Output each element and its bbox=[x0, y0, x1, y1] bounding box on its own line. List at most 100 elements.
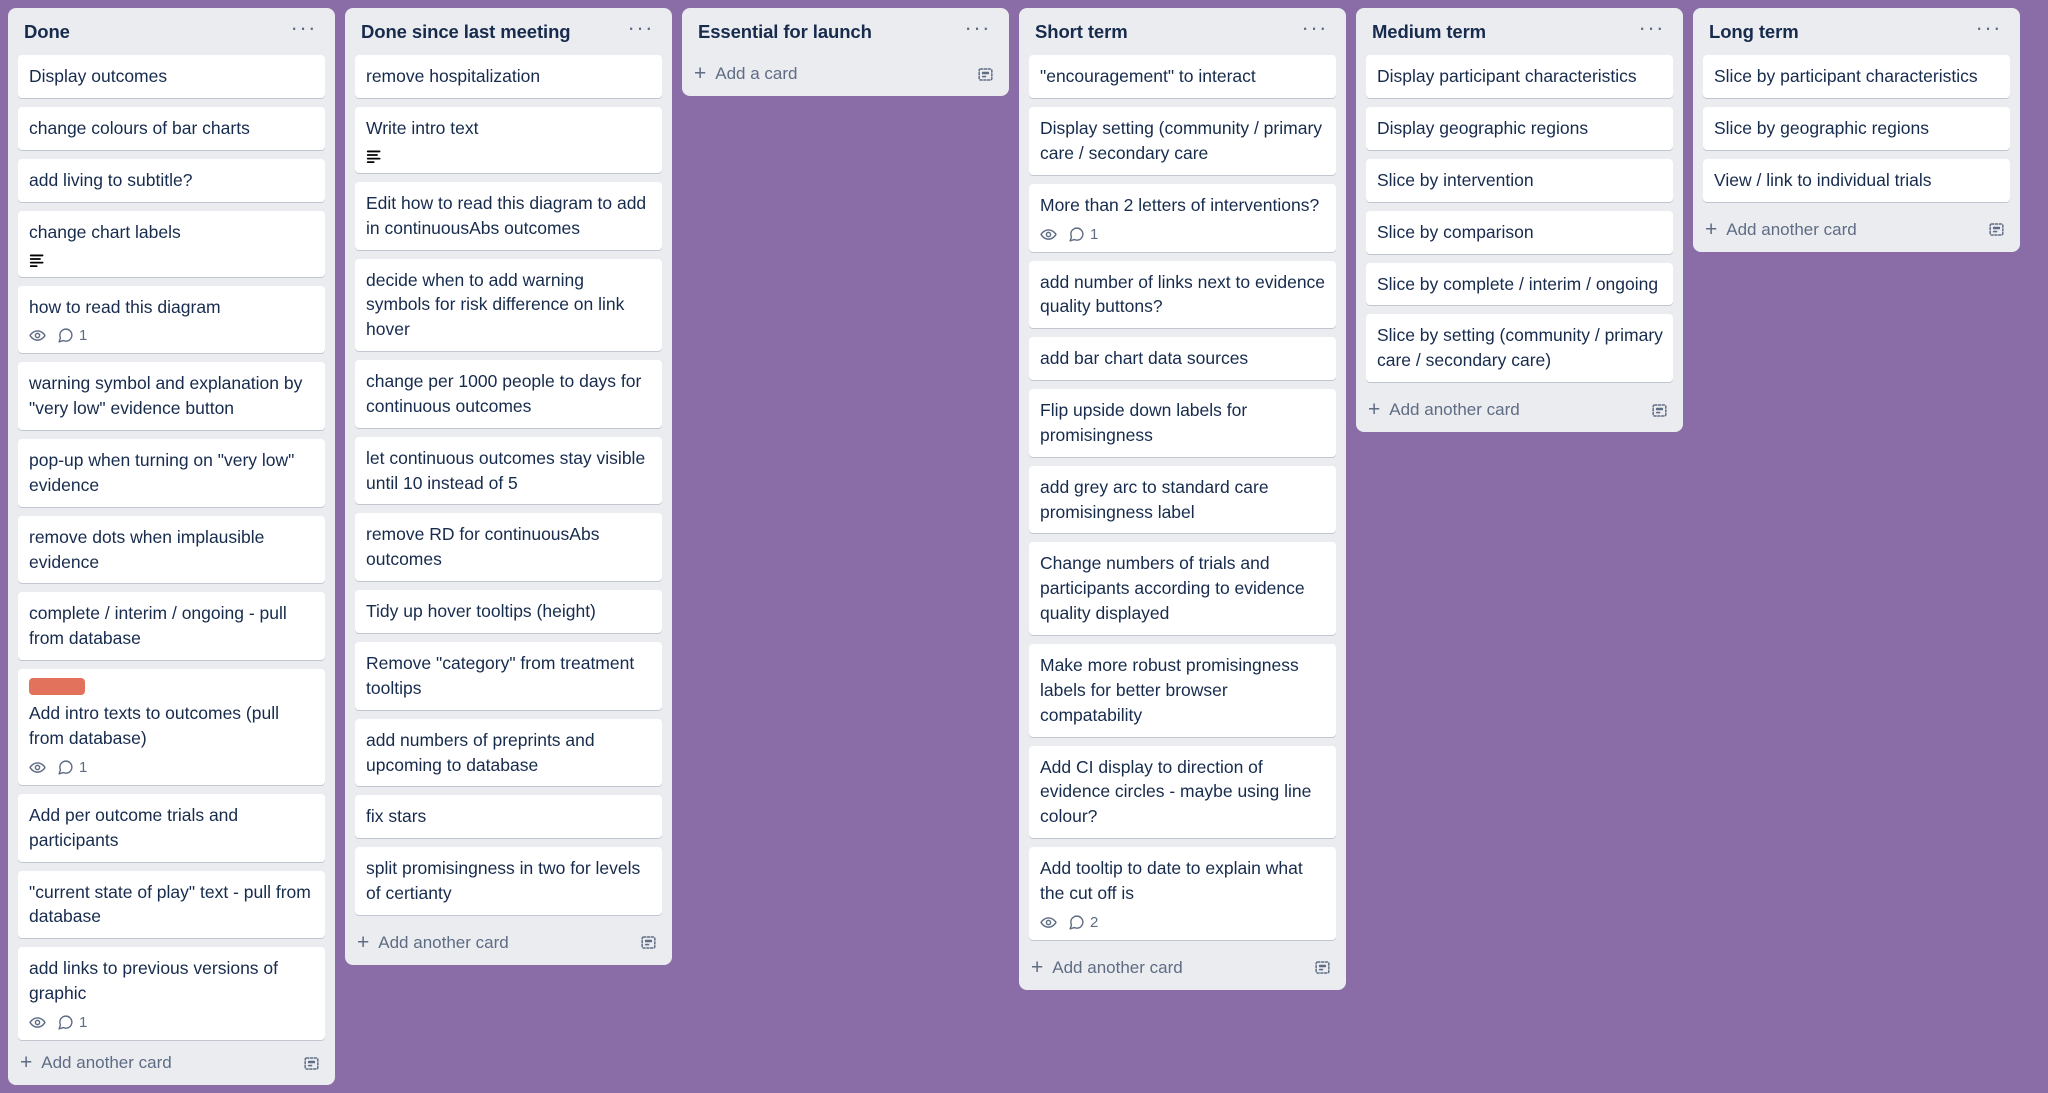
card[interactable]: add bar chart data sources bbox=[1029, 337, 1336, 381]
card-title: complete / interim / ongoing - pull from… bbox=[29, 603, 287, 649]
card[interactable]: Tidy up hover tooltips (height) bbox=[355, 590, 662, 633]
list-title[interactable]: Short term bbox=[1035, 21, 1128, 43]
comment-count: 2 bbox=[1090, 913, 1099, 931]
card[interactable]: add grey arc to standard care promisingn… bbox=[1029, 465, 1336, 534]
card-title: add links to previous versions of graphi… bbox=[29, 958, 279, 1004]
card[interactable]: Display outcomes bbox=[18, 55, 325, 99]
comment-badge: 1 bbox=[57, 327, 93, 344]
list-menu-icon[interactable]: ··· bbox=[1629, 17, 1667, 41]
card-template-icon[interactable] bbox=[976, 65, 995, 84]
card[interactable]: Edit how to read this diagram to add in … bbox=[355, 181, 662, 250]
card-label[interactable] bbox=[29, 678, 85, 696]
add-card-footer[interactable]: + Add a card bbox=[682, 55, 1009, 96]
card-title: Change numbers of trials and participant… bbox=[1040, 553, 1305, 624]
card[interactable]: Display setting (community / primary car… bbox=[1029, 107, 1336, 175]
card[interactable]: remove hospitalization bbox=[355, 55, 662, 99]
card[interactable]: More than 2 letters of interventions? 1 bbox=[1029, 183, 1336, 252]
card[interactable]: split promisingness in two for levels of… bbox=[355, 847, 662, 915]
list-title[interactable]: Long term bbox=[1709, 21, 1799, 43]
list-header: Essential for launch ··· bbox=[682, 8, 1009, 55]
card[interactable]: pop-up when turning on "very low" eviden… bbox=[18, 439, 325, 507]
card[interactable]: Change numbers of trials and participant… bbox=[1029, 542, 1336, 635]
card[interactable]: View / link to individual trials bbox=[1703, 158, 2010, 202]
card[interactable]: change per 1000 people to days for conti… bbox=[355, 360, 662, 428]
card-template-icon[interactable] bbox=[1987, 220, 2006, 239]
card-template-icon[interactable] bbox=[1313, 958, 1332, 977]
add-card-button[interactable]: + Add another card bbox=[357, 932, 509, 953]
plus-icon: + bbox=[694, 62, 707, 86]
card[interactable]: Add intro texts to outcomes (pull from d… bbox=[18, 669, 325, 785]
card[interactable]: Display participant characteristics bbox=[1366, 55, 1673, 99]
card[interactable]: complete / interim / ongoing - pull from… bbox=[18, 592, 325, 661]
add-card-button[interactable]: + Add another card bbox=[1368, 399, 1520, 420]
card-title: remove RD for continuousAbs outcomes bbox=[366, 524, 600, 570]
card[interactable]: change colours of bar charts bbox=[18, 107, 325, 150]
list-title[interactable]: Done bbox=[24, 21, 70, 43]
card[interactable]: Add CI display to direction of evidence … bbox=[1029, 745, 1336, 839]
card[interactable]: Remove "category" from treatment tooltip… bbox=[355, 642, 662, 710]
list-menu-icon[interactable]: ··· bbox=[1966, 17, 2004, 41]
card-title: Tidy up hover tooltips (height) bbox=[366, 601, 596, 622]
card[interactable]: Slice by setting (community / primary ca… bbox=[1366, 314, 1673, 383]
add-card-footer[interactable]: + Add another card bbox=[1356, 391, 1683, 432]
list-menu-icon[interactable]: ··· bbox=[618, 17, 656, 41]
card-title: Slice by participant characteristics bbox=[1714, 66, 1978, 87]
card-title: Add per outcome trials and participants bbox=[29, 804, 239, 850]
eye-icon bbox=[29, 327, 52, 344]
list-title[interactable]: Medium term bbox=[1372, 21, 1486, 43]
card[interactable]: add living to subtitle? bbox=[18, 158, 325, 202]
card[interactable]: Slice by comparison bbox=[1366, 210, 1673, 254]
card[interactable]: Write intro text bbox=[355, 107, 662, 173]
card-title: Add CI display to direction of evidence … bbox=[1040, 756, 1312, 827]
list-title[interactable]: Done since last meeting bbox=[361, 21, 571, 43]
card[interactable]: Add tooltip to date to explain what the … bbox=[1029, 847, 1336, 940]
card[interactable]: add links to previous versions of graphi… bbox=[18, 947, 325, 1040]
list-short-term: Short term ··· "encouragement" to interact… bbox=[1019, 8, 1346, 990]
card[interactable]: decide when to add warning symbols for r… bbox=[355, 258, 662, 352]
card[interactable]: fix stars bbox=[355, 795, 662, 839]
list-done: Done ··· Display outcomes change colours of… bbox=[8, 8, 335, 1085]
add-card-button[interactable]: + Add another card bbox=[1031, 957, 1183, 978]
card[interactable]: Slice by participant characteristics bbox=[1703, 55, 2010, 99]
card-template-icon[interactable] bbox=[1650, 401, 1669, 420]
list-title[interactable]: Essential for launch bbox=[698, 21, 872, 43]
card-title: change colours of bar charts bbox=[29, 118, 250, 139]
card[interactable]: add number of links next to evidence qua… bbox=[1029, 260, 1336, 329]
card-template-icon[interactable] bbox=[302, 1054, 321, 1073]
card[interactable]: change chart labels bbox=[18, 210, 325, 277]
card[interactable]: Slice by complete / interim / ongoing bbox=[1366, 262, 1673, 306]
list-long-term: Long term ··· Slice by participant charact… bbox=[1693, 8, 2020, 252]
card-list[interactable]: Display outcomes change colours of bar ch… bbox=[8, 55, 335, 1044]
list-menu-icon[interactable]: ··· bbox=[281, 17, 319, 41]
card-title: how to read this diagram bbox=[29, 296, 221, 317]
card[interactable]: "encouragement" to interact bbox=[1029, 55, 1336, 99]
card[interactable]: Flip upside down labels for promisingnes… bbox=[1029, 389, 1336, 457]
card-template-icon[interactable] bbox=[639, 933, 658, 952]
list-menu-icon[interactable]: ··· bbox=[955, 17, 993, 41]
card[interactable]: Display geographic regions bbox=[1366, 107, 1673, 150]
list-essential-for-launch: Essential for launch ··· + Add a card bbox=[682, 8, 1009, 97]
card[interactable]: Slice by geographic regions bbox=[1703, 107, 2010, 150]
list-header: Long term ··· bbox=[1693, 8, 2020, 55]
add-card-footer[interactable]: + Add another card bbox=[345, 924, 672, 965]
card-list[interactable]: remove hospitalization Write intro text Ed… bbox=[345, 55, 672, 924]
card[interactable]: remove dots when implausible evidence bbox=[18, 515, 325, 584]
card[interactable]: Make more robust promisingness labels fo… bbox=[1029, 644, 1336, 737]
card[interactable]: Slice by intervention bbox=[1366, 158, 1673, 202]
description-icon bbox=[29, 253, 315, 268]
card[interactable]: remove RD for continuousAbs outcomes bbox=[355, 513, 662, 582]
add-card-footer[interactable]: + Add another card bbox=[1019, 949, 1346, 990]
list-menu-icon[interactable]: ··· bbox=[1292, 17, 1330, 41]
add-card-footer[interactable]: + Add another card bbox=[8, 1044, 335, 1085]
card[interactable]: warning symbol and explanation by "very … bbox=[18, 362, 325, 431]
card[interactable]: Add per outcome trials and participants bbox=[18, 793, 325, 862]
add-card-button[interactable]: + Add another card bbox=[1705, 219, 1857, 240]
card[interactable]: let continuous outcomes stay visible unt… bbox=[355, 436, 662, 505]
add-card-button[interactable]: + Add a card bbox=[694, 62, 798, 86]
card[interactable]: add numbers of preprints and upcoming to… bbox=[355, 718, 662, 787]
add-card-footer[interactable]: + Add another card bbox=[1693, 211, 2020, 252]
card-list: "encouragement" to interact Display setti… bbox=[1019, 55, 1346, 949]
card[interactable]: "current state of play" text - pull from… bbox=[18, 870, 325, 939]
card[interactable]: how to read this diagram 1 bbox=[18, 285, 325, 354]
add-card-button[interactable]: + Add another card bbox=[20, 1052, 172, 1073]
